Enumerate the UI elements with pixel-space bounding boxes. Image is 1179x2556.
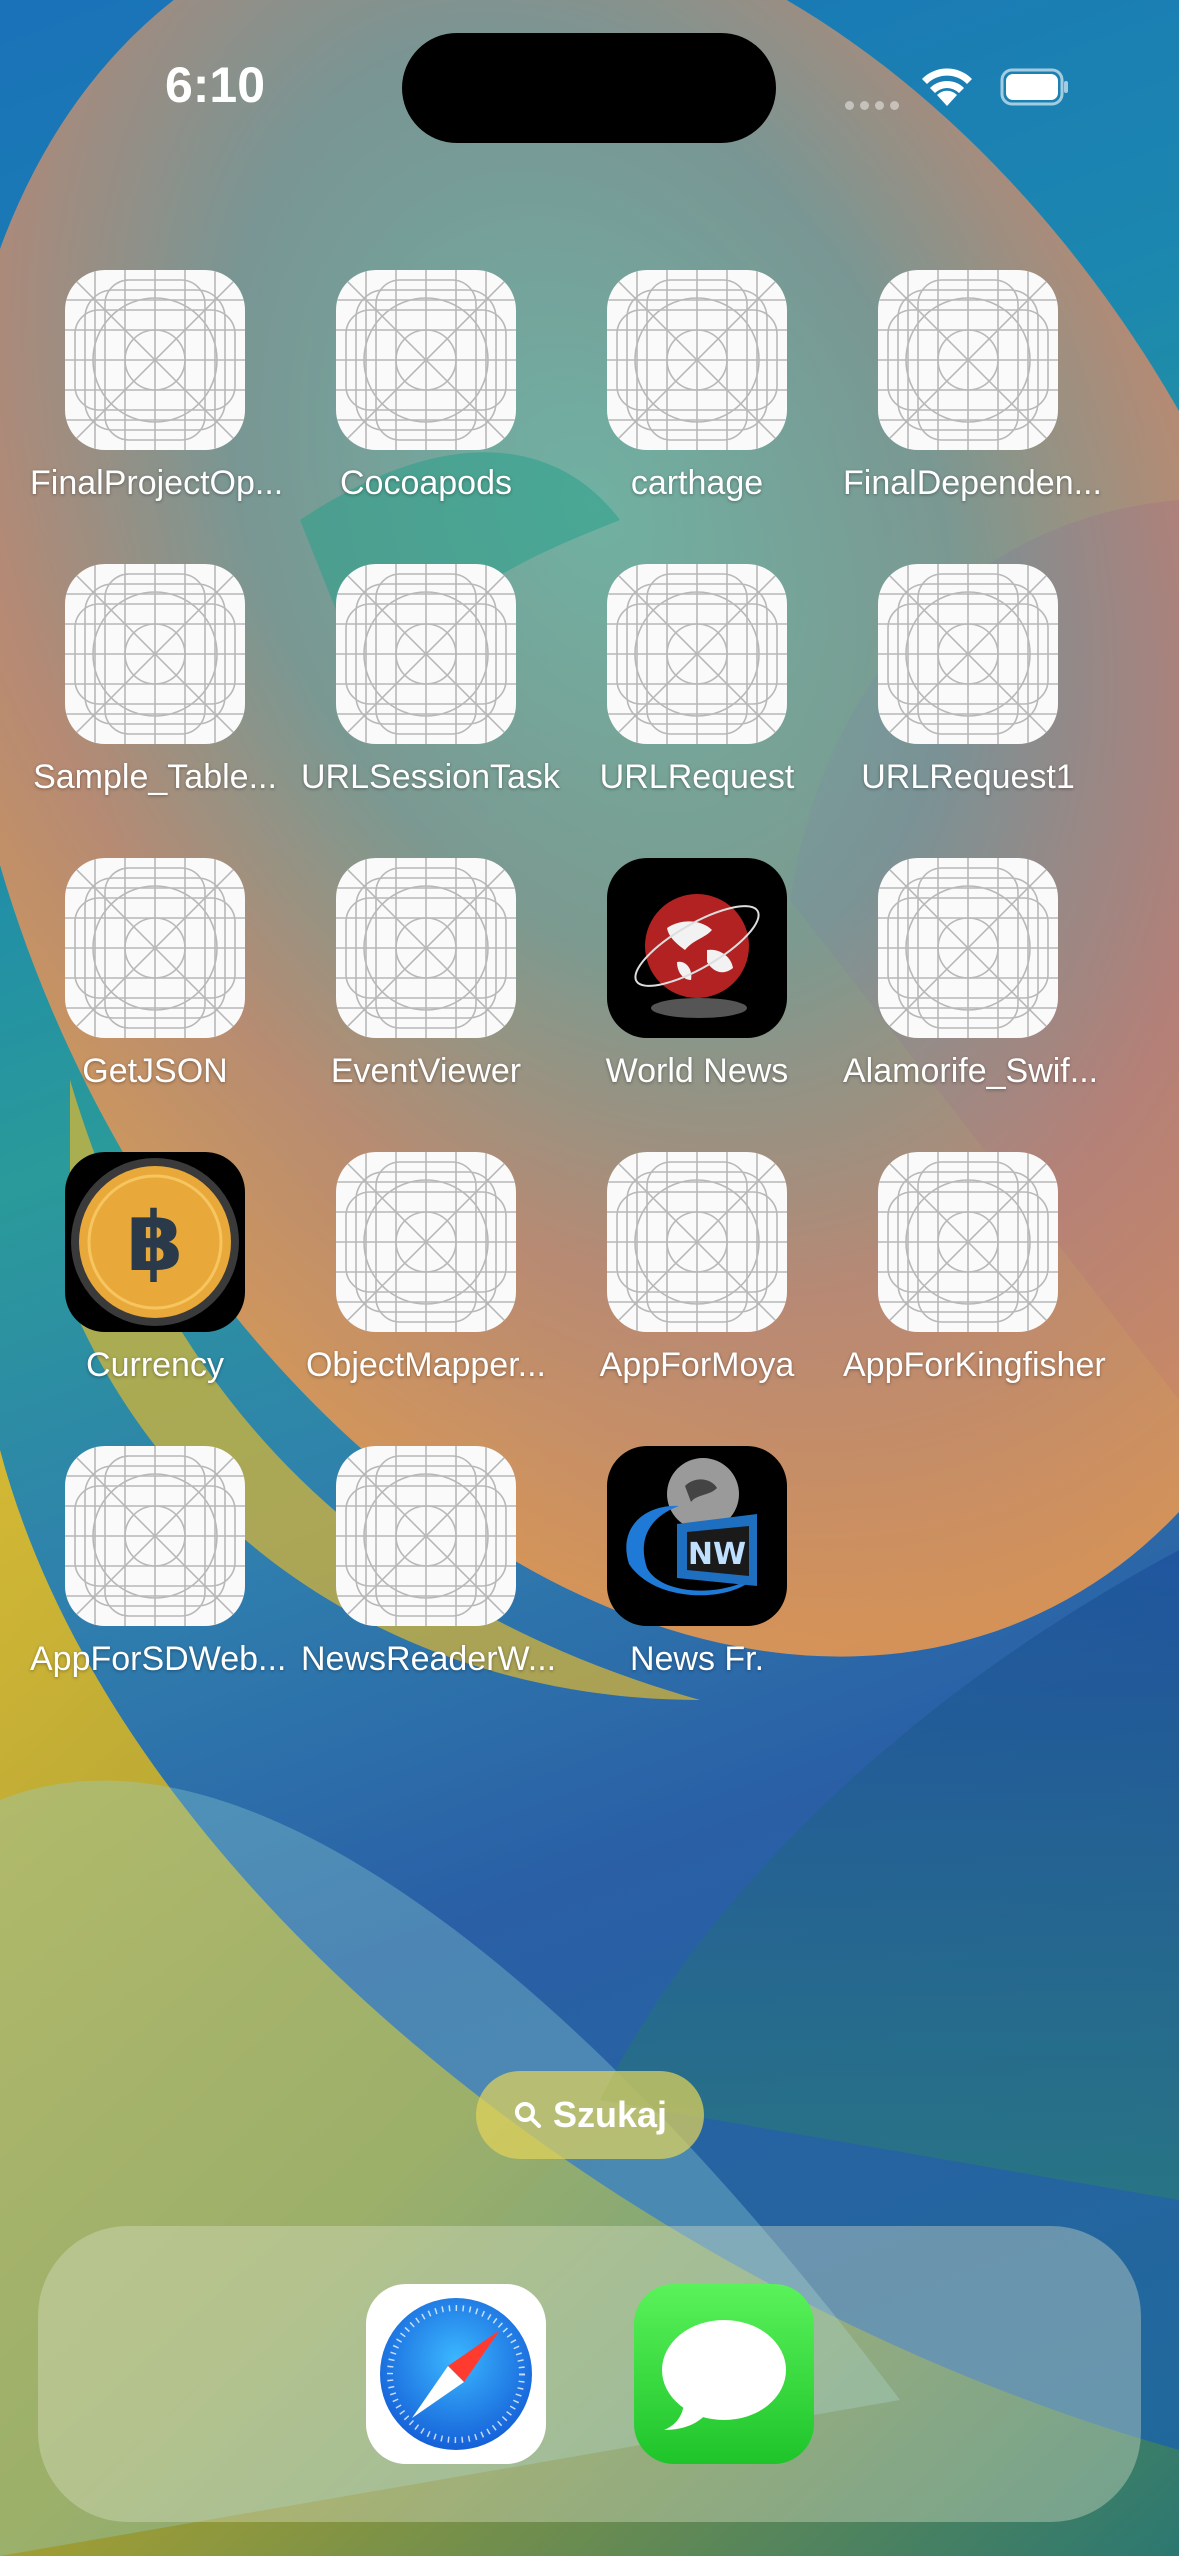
placeholder-app-icon [336,270,516,450]
app-label: EventViewer [330,1052,522,1090]
messages-bubble-icon [662,2320,786,2430]
placeholder-app-icon [607,270,787,450]
app-icon-finalprojectop[interactable]: FinalProjectOp... [8,270,283,530]
svg-text:฿: ฿ [126,1195,183,1290]
placeholder-app-icon [878,270,1058,450]
placeholder-app-icon [878,564,1058,744]
app-icon-objectmapper[interactable]: ObjectMapper... [279,1152,546,1412]
app-label: AppForMoya [599,1346,795,1384]
app-icon-appformoya[interactable]: AppForMoya [550,1152,800,1412]
dock-app-safari[interactable] [366,2284,546,2464]
placeholder-app-icon [65,858,245,1038]
placeholder-app-icon [336,1446,516,1626]
dynamic-island [402,33,776,143]
app-label: URLRequest [599,758,795,796]
placeholder-app-icon [878,858,1058,1038]
spotlight-search-button[interactable]: Szukaj [476,2071,704,2159]
dock [38,2226,1141,2522]
placeholder-app-icon [878,564,1058,744]
placeholder-app-icon [607,1152,787,1332]
app-icon-alamorife-swif[interactable]: Alamorife_Swif... [821,858,1098,1118]
placeholder-app-icon [336,858,516,1038]
placeholder-app-icon [607,564,787,744]
app-icon-getjson[interactable]: GetJSON [8,858,258,1118]
placeholder-app-icon [65,270,245,450]
news-globe-icon: NW [607,1446,787,1626]
placeholder-app-icon [607,270,787,450]
app-icon-urlrequest[interactable]: URLRequest [550,564,800,824]
app-icon-finaldependen[interactable]: FinalDependen... [821,270,1102,530]
app-label: World News [605,1052,789,1090]
bitcoin-icon: ฿ [65,1152,245,1332]
placeholder-app-icon [336,1152,516,1332]
app-icon-currency[interactable]: ฿ Currency [8,1152,258,1412]
search-icon [514,2102,541,2128]
search-label: Szukaj [552,2094,668,2135]
app-icon-world-news[interactable]: World News [550,858,800,1118]
app-label: Alamorife_Swif... [843,1052,1099,1090]
placeholder-app-icon [336,858,516,1038]
app-icon-appforkingfisher[interactable]: AppForKingfisher [821,1152,1106,1412]
app-icon-sample-table[interactable]: Sample_Table... [8,564,277,824]
app-label: AppForSDWeb... [30,1640,287,1678]
safari-compass-icon [380,2298,532,2450]
app-icon-newsreaderw[interactable]: NewsReaderW... [279,1446,556,1706]
placeholder-app-icon [336,1152,516,1332]
placeholder-app-icon [336,1446,516,1626]
placeholder-app-icon [65,564,245,744]
app-label: GetJSON [82,1052,228,1090]
placeholder-app-icon [65,564,245,744]
globe-icon [607,858,787,1038]
app-icon-news-fr[interactable]: NW News Fr. [550,1446,800,1706]
wifi-icon [922,68,972,106]
app-label: ObjectMapper... [305,1346,546,1384]
placeholder-app-icon [878,1152,1058,1332]
placeholder-app-icon [878,270,1058,450]
placeholder-app-icon [878,858,1058,1038]
dock-app-messages[interactable] [634,2284,814,2464]
placeholder-app-icon [607,564,787,744]
globe-icon [607,858,787,1038]
placeholder-app-icon [878,1152,1058,1332]
app-label: Currency [86,1346,224,1384]
app-label: Cocoapods [339,464,512,502]
placeholder-app-icon [65,270,245,450]
app-label: News Fr. [629,1640,765,1678]
app-label: Sample_Table... [33,758,277,796]
app-icon-cocoapods[interactable]: Cocoapods [279,270,529,530]
svg-text:NW: NW [688,1537,746,1572]
app-label: FinalDependen... [843,464,1102,502]
app-label: NewsReaderW... [301,1640,557,1678]
app-icon-urlsessiontask[interactable]: URLSessionTask [279,564,560,824]
placeholder-app-icon [336,564,516,744]
home-screen: 6:10 FinalProjectOp... Cocoapods carthage F… [0,0,1179,2556]
status-time: 6:10 [164,57,266,113]
placeholder-app-icon [607,1152,787,1332]
battery-icon [1000,68,1068,106]
placeholder-app-icon [65,1446,245,1626]
app-icon-urlrequest1[interactable]: URLRequest1 [821,564,1075,824]
app-icon-carthage[interactable]: carthage [550,270,800,530]
placeholder-app-icon [65,858,245,1038]
placeholder-app-icon [336,564,516,744]
app-label: URLSessionTask [301,758,560,796]
app-label: carthage [630,464,764,502]
app-label: AppForKingfisher [843,1346,1106,1384]
status-bar: 6:10 [0,0,1179,170]
bitcoin-icon: ฿ [65,1152,245,1332]
cellular-signal-icon [845,97,905,115]
app-icon-appforsdweb[interactable]: AppForSDWeb... [8,1446,286,1706]
placeholder-app-icon [336,270,516,450]
placeholder-app-icon [65,1446,245,1626]
news-globe-icon: NW [607,1446,787,1626]
app-icon-eventviewer[interactable]: EventViewer [279,858,529,1118]
app-label: URLRequest1 [861,758,1075,796]
app-label: FinalProjectOp... [30,464,284,502]
